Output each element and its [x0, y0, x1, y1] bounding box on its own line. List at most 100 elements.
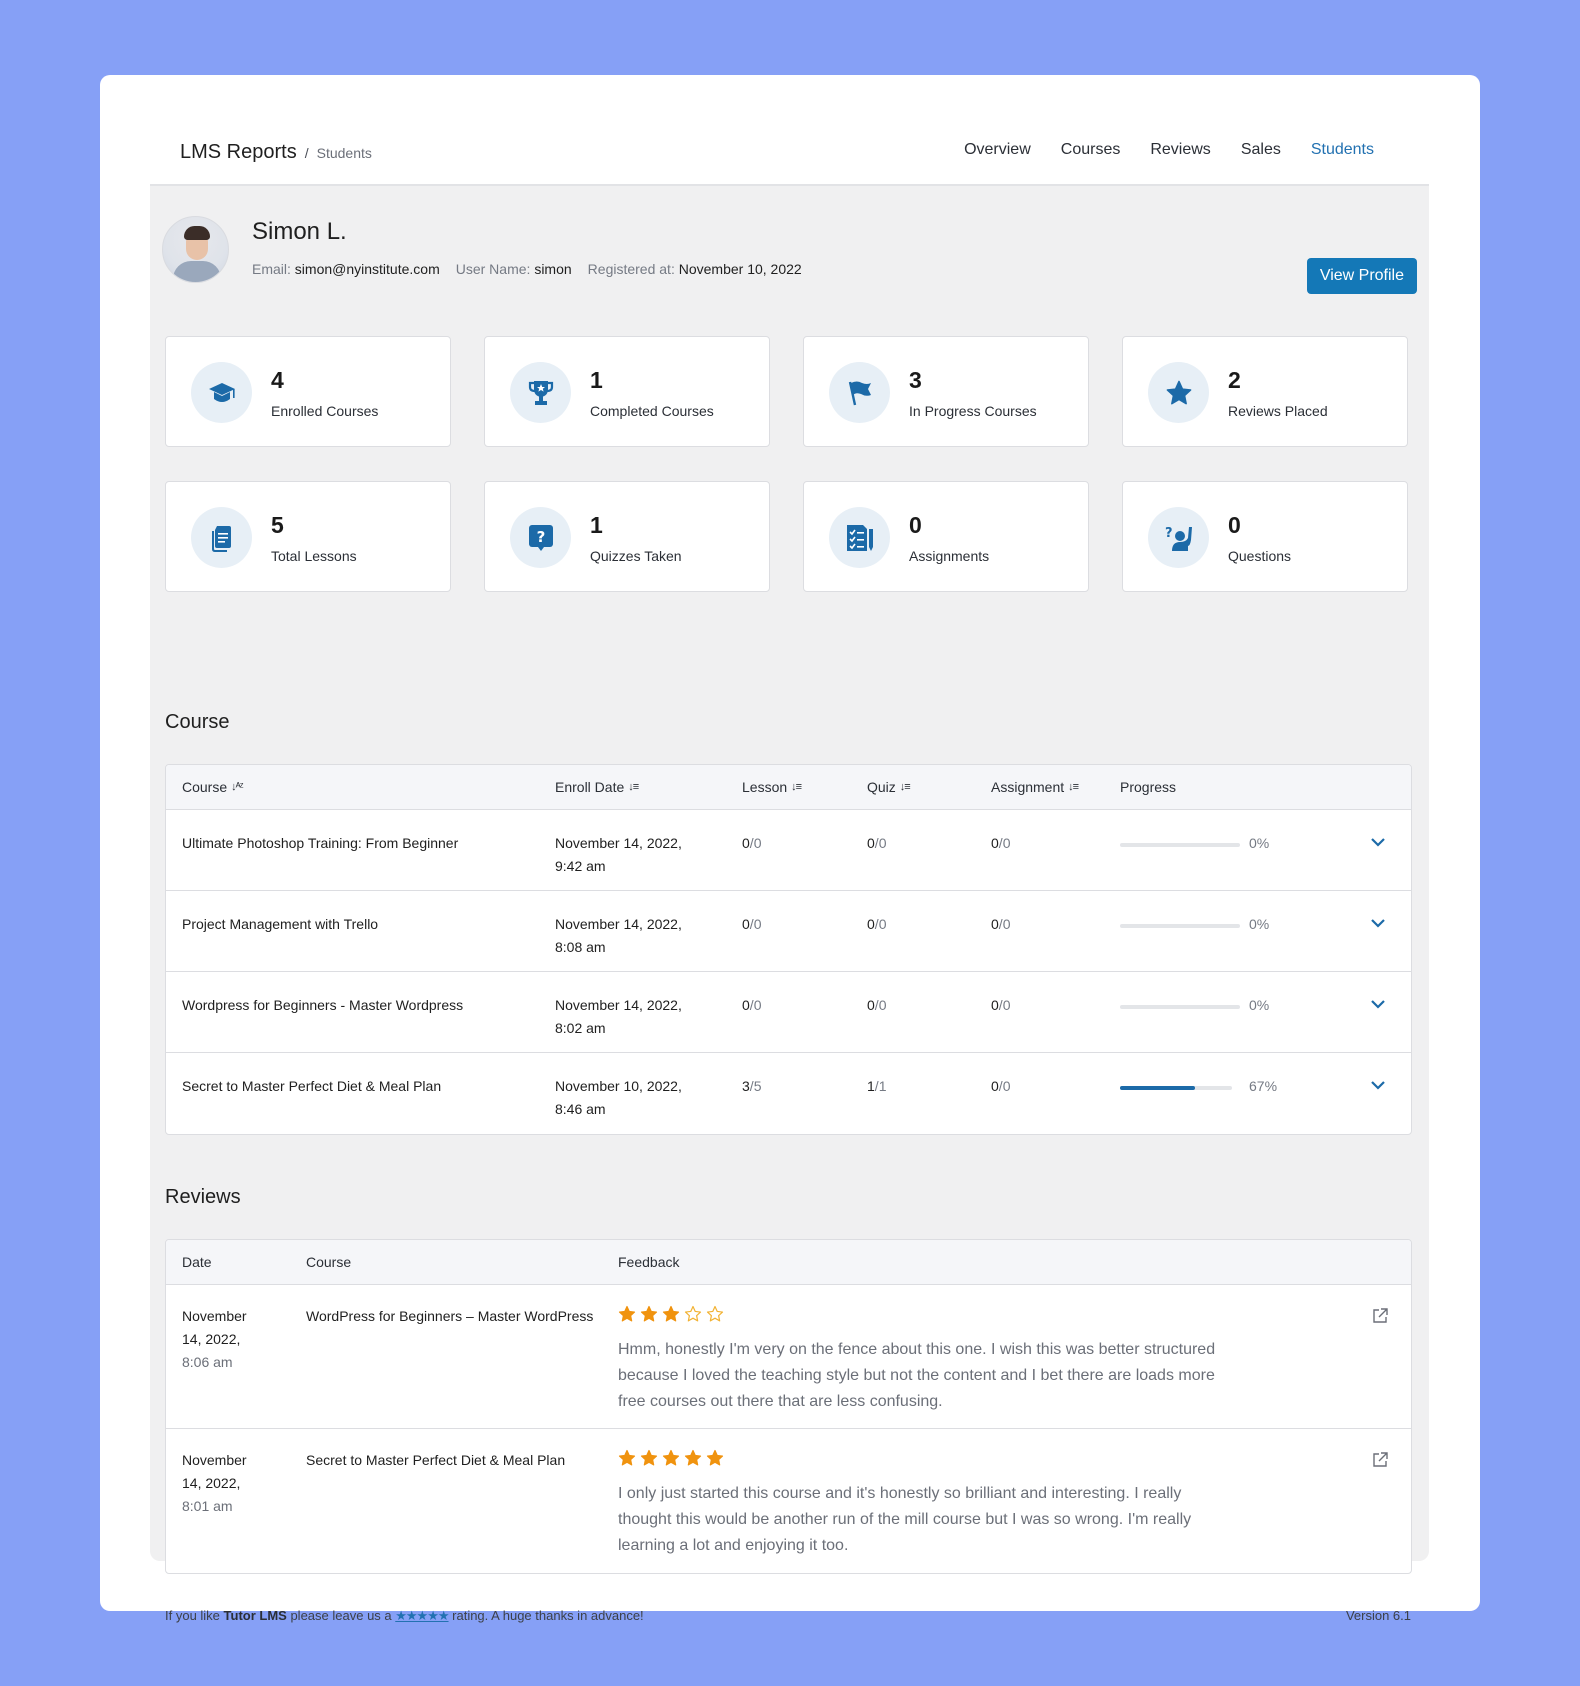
assignment-done: 0 — [991, 1078, 999, 1094]
assignment-total: 0 — [1002, 997, 1011, 1013]
footer-text: If you like — [165, 1608, 224, 1623]
star-filled-icon — [662, 1449, 680, 1466]
course-row: Ultimate Photoshop Training: From Beginn… — [166, 810, 1411, 891]
lesson-count: 0/0 — [742, 835, 762, 851]
progress-bar — [1120, 924, 1240, 928]
enroll-date-time: 8:08 am — [555, 939, 606, 955]
column-label: Progress — [1120, 779, 1177, 795]
quiz-done: 1 — [867, 1078, 875, 1094]
column-enroll-date[interactable]: Enroll Date ↓≡ — [555, 779, 639, 795]
review-date-month: November — [182, 1452, 247, 1468]
review-text: I only just started this course and it's… — [618, 1485, 1192, 1554]
star-empty-icon — [684, 1305, 702, 1322]
page-title: LMS Reports — [180, 141, 297, 163]
reviews-table-header: Date Course Feedback — [166, 1240, 1411, 1285]
column-label: Enroll Date — [555, 779, 625, 795]
quiz-total: 0 — [878, 916, 887, 932]
tab-sales[interactable]: Sales — [1226, 75, 1296, 186]
chevron-down-icon[interactable] — [1368, 994, 1388, 1014]
stat-card-lessons: 5 Total Lessons — [165, 481, 451, 592]
view-profile-button[interactable]: View Profile — [1306, 258, 1417, 294]
lesson-done: 3 — [742, 1078, 750, 1094]
star-filled-icon — [618, 1305, 636, 1322]
external-link-icon[interactable] — [1371, 1307, 1389, 1325]
review-time: 8:01 am — [182, 1498, 233, 1514]
trophy-icon — [510, 362, 571, 423]
stat-label: Quizzes Taken — [590, 548, 682, 564]
stat-label: Enrolled Courses — [271, 403, 379, 419]
footer-rating-note: If you like Tutor LMS please leave us a … — [165, 1608, 644, 1624]
stat-label: Questions — [1228, 548, 1292, 564]
chevron-down-icon[interactable] — [1368, 1075, 1388, 1095]
lesson-done: 0 — [742, 916, 750, 932]
sort-icon[interactable]: ↓≡ — [628, 781, 639, 793]
course-table: Course ↓ᴬᶻ Enroll Date ↓≡ Lesson ↓≡ Quiz ↓≡ … — [165, 764, 1412, 1135]
column-progress: Progress — [1120, 779, 1176, 795]
email-value: simon@nyinstitute.com — [294, 261, 440, 277]
username-value: simon — [534, 261, 572, 277]
course-row: Secret to Master Perfect Diet & Meal Pla… — [166, 1053, 1411, 1134]
external-link-icon[interactable] — [1371, 1451, 1389, 1469]
review-time: 8:06 am — [182, 1354, 233, 1370]
enroll-date-day: November 14, 2022, — [555, 916, 682, 932]
enroll-date: November 14, 2022, 8:08 am — [555, 913, 682, 959]
checklist-icon — [829, 507, 890, 568]
assignment-total: 0 — [1002, 916, 1011, 932]
stat-card-in-progress: 3 In Progress Courses — [803, 336, 1089, 447]
quiz-count: 0/0 — [867, 835, 887, 851]
email-label: Email: — [252, 261, 291, 277]
tab-reviews[interactable]: Reviews — [1135, 75, 1225, 186]
sort-alpha-icon[interactable]: ↓ᴬᶻ — [231, 781, 243, 793]
column-label: Course — [182, 779, 228, 795]
chevron-down-icon[interactable] — [1368, 913, 1388, 933]
flag-icon — [829, 362, 890, 423]
tab-courses[interactable]: Courses — [1046, 75, 1136, 186]
sort-icon[interactable]: ↓≡ — [1068, 781, 1079, 793]
assignment-done: 0 — [991, 997, 999, 1013]
column-date: Date — [182, 1254, 212, 1270]
sort-icon[interactable]: ↓≡ — [791, 781, 802, 793]
quiz-count: 1/1 — [867, 1078, 887, 1094]
course-row: Wordpress for Beginners - Master Wordpre… — [166, 972, 1411, 1053]
enroll-date-day: November 14, 2022, — [555, 997, 682, 1013]
chevron-down-icon[interactable] — [1368, 832, 1388, 852]
assignment-count: 0/0 — [991, 1078, 1011, 1094]
quiz-done: 0 — [867, 835, 875, 851]
progress-percent: 67% — [1249, 1078, 1278, 1094]
svg-text:?: ? — [536, 528, 545, 546]
reviews-table: Date Course Feedback November 14, 2022, 8:… — [165, 1239, 1412, 1574]
review-course: WordPress for Beginners – Master WordPre… — [306, 1308, 594, 1324]
assignment-count: 0/0 — [991, 835, 1011, 851]
progress-bar-fill — [1120, 1086, 1196, 1090]
course-name: Ultimate Photoshop Training: From Beginn… — [182, 835, 459, 851]
progress-percent: 0% — [1249, 835, 1270, 851]
student-name: Simon L. — [252, 218, 347, 245]
quiz-done: 0 — [867, 916, 875, 932]
tab-students[interactable]: Students — [1295, 75, 1390, 188]
stat-label: In Progress Courses — [909, 403, 1037, 419]
column-lesson[interactable]: Lesson ↓≡ — [742, 779, 802, 795]
column-assignment[interactable]: Assignment ↓≡ — [991, 779, 1079, 795]
footer-text: please leave us a — [286, 1608, 396, 1623]
assignment-count: 0/0 — [991, 916, 1011, 932]
course-table-header: Course ↓ᴬᶻ Enroll Date ↓≡ Lesson ↓≡ Quiz ↓≡ … — [166, 765, 1411, 810]
lesson-count: 0/0 — [742, 916, 762, 932]
column-course[interactable]: Course ↓ᴬᶻ — [182, 779, 244, 795]
review-rating — [618, 1449, 724, 1467]
rate-us-link[interactable]: ★★★★★ — [395, 1608, 449, 1623]
course-table-body: Ultimate Photoshop Training: From Beginn… — [166, 810, 1411, 1134]
star-empty-icon — [706, 1305, 724, 1322]
star-icon — [1148, 362, 1209, 423]
review-date-day: 14, 2022, — [182, 1331, 241, 1347]
column-label: Lesson — [742, 779, 788, 795]
enroll-date-time: 8:46 am — [555, 1101, 606, 1117]
review-date-month: November — [182, 1308, 247, 1324]
column-quiz[interactable]: Quiz ↓≡ — [867, 779, 911, 795]
review-date-day: 14, 2022, — [182, 1475, 241, 1491]
sort-icon[interactable]: ↓≡ — [900, 781, 911, 793]
stat-value: 1 — [590, 512, 603, 538]
document-icon — [191, 507, 252, 568]
tab-overview[interactable]: Overview — [949, 75, 1046, 186]
quiz-total: 0 — [878, 997, 887, 1013]
breadcrumb: LMS Reports / Students — [180, 141, 372, 164]
